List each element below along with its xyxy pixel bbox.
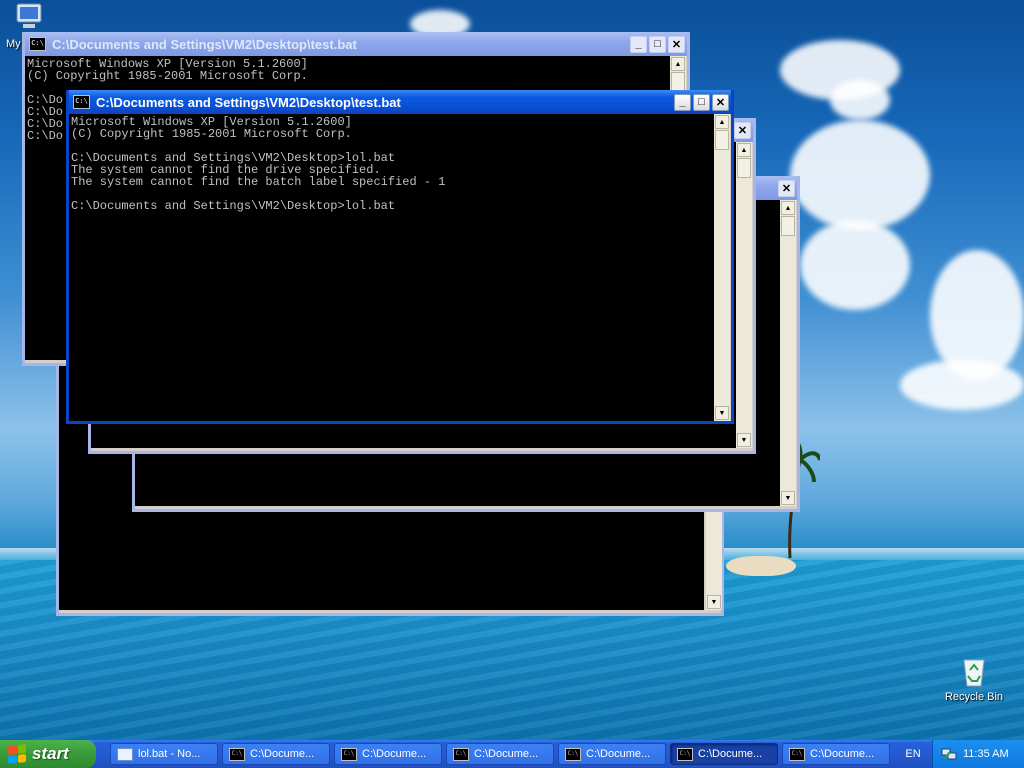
vertical-scrollbar[interactable]: ▲ ▼	[736, 142, 752, 448]
taskbar-item-cmd[interactable]: C:\ C:\Docume...	[334, 743, 442, 765]
cloud	[800, 220, 910, 310]
window-title: C:\Documents and Settings\VM2\Desktop\te…	[96, 94, 401, 110]
taskbar-item-label: C:\Docume...	[250, 748, 315, 760]
close-button[interactable]: ✕	[778, 179, 795, 197]
my-computer-desktop-icon[interactable]: My	[4, 2, 54, 50]
vertical-scrollbar[interactable]: ▲ ▼	[714, 114, 730, 421]
cmd-icon: C:\	[677, 747, 693, 761]
taskbar-buttons: lol.bat - No... C:\ C:\Docume... C:\ C:\…	[110, 743, 894, 765]
scroll-up-arrow[interactable]: ▲	[781, 201, 795, 215]
my-computer-label: My	[6, 38, 21, 50]
cmd-icon: C:\	[29, 37, 46, 51]
scroll-thumb[interactable]	[671, 72, 685, 92]
maximize-button[interactable]: □	[649, 35, 666, 53]
taskbar-item-label: C:\Docume...	[586, 748, 651, 760]
scroll-down-arrow[interactable]: ▼	[737, 433, 751, 447]
scroll-thumb[interactable]	[781, 216, 795, 236]
close-button[interactable]: ✕	[734, 121, 751, 139]
vertical-scrollbar[interactable]: ▲ ▼	[780, 200, 796, 506]
taskbar-item-label: lol.bat - No...	[138, 748, 201, 760]
taskbar-item-cmd[interactable]: C:\ C:\Docume...	[782, 743, 890, 765]
system-tray: 11:35 AM	[932, 740, 1024, 768]
scroll-up-arrow[interactable]: ▲	[671, 57, 685, 71]
taskbar-item-label: C:\Docume...	[362, 748, 427, 760]
scroll-up-arrow[interactable]: ▲	[715, 115, 729, 129]
computer-icon	[16, 3, 42, 28]
start-button[interactable]: start	[0, 740, 96, 768]
scroll-down-arrow[interactable]: ▼	[781, 491, 795, 505]
cmd-icon: C:\	[229, 747, 245, 761]
scroll-down-arrow[interactable]: ▼	[707, 595, 721, 609]
taskbar: start lol.bat - No... C:\ C:\Docume... C…	[0, 740, 1024, 768]
taskbar-item-cmd[interactable]: C:\ C:\Docume...	[446, 743, 554, 765]
taskbar-item-label: C:\Docume...	[810, 748, 875, 760]
close-button[interactable]: ✕	[712, 93, 729, 111]
scroll-up-arrow[interactable]: ▲	[737, 143, 751, 157]
taskbar-item-cmd[interactable]: C:\ C:\Docume...	[222, 743, 330, 765]
title-bar[interactable]: C:\ C:\Documents and Settings\VM2\Deskto…	[25, 32, 687, 56]
taskbar-item-label: C:\Docume...	[698, 748, 763, 760]
cmd-icon: C:\	[789, 747, 805, 761]
notepad-icon	[117, 747, 133, 761]
scroll-down-arrow[interactable]: ▼	[715, 406, 729, 420]
minimize-button[interactable]: _	[674, 93, 691, 111]
recycle-bin-icon	[963, 659, 985, 687]
maximize-button[interactable]: □	[693, 93, 710, 111]
cmd-icon: C:\	[453, 747, 469, 761]
cloud	[830, 80, 890, 120]
cmd-icon: C:\	[565, 747, 581, 761]
taskbar-item-cmd-active[interactable]: C:\ C:\Docume...	[670, 743, 778, 765]
scroll-thumb[interactable]	[737, 158, 751, 178]
cloud	[790, 120, 930, 230]
taskbar-item-notepad[interactable]: lol.bat - No...	[110, 743, 218, 765]
windows-flag-icon	[8, 744, 26, 764]
title-bar[interactable]: C:\ C:\Documents and Settings\VM2\Deskto…	[69, 90, 731, 114]
window-title: C:\Documents and Settings\VM2\Desktop\te…	[52, 36, 357, 52]
start-label: start	[32, 744, 69, 763]
recycle-bin-label: Recycle Bin	[944, 691, 1004, 703]
scroll-thumb[interactable]	[715, 130, 729, 150]
taskbar-item-label: C:\Docume...	[474, 748, 539, 760]
close-button[interactable]: ✕	[668, 35, 685, 53]
minimize-button[interactable]: _	[630, 35, 647, 53]
clock[interactable]: 11:35 AM	[963, 748, 1009, 760]
cloud	[900, 360, 1024, 410]
cmd-icon: C:\	[341, 747, 357, 761]
console-window-active[interactable]: C:\ C:\Documents and Settings\VM2\Deskto…	[66, 90, 734, 424]
taskbar-item-cmd[interactable]: C:\ C:\Docume...	[558, 743, 666, 765]
network-icon[interactable]	[941, 746, 957, 762]
cmd-icon: C:\	[73, 95, 90, 109]
console-output-area[interactable]: Microsoft Windows XP [Version 5.1.2600] …	[69, 114, 714, 421]
language-indicator[interactable]: EN	[900, 748, 926, 760]
recycle-bin-desktop-icon[interactable]: Recycle Bin	[944, 654, 1004, 703]
